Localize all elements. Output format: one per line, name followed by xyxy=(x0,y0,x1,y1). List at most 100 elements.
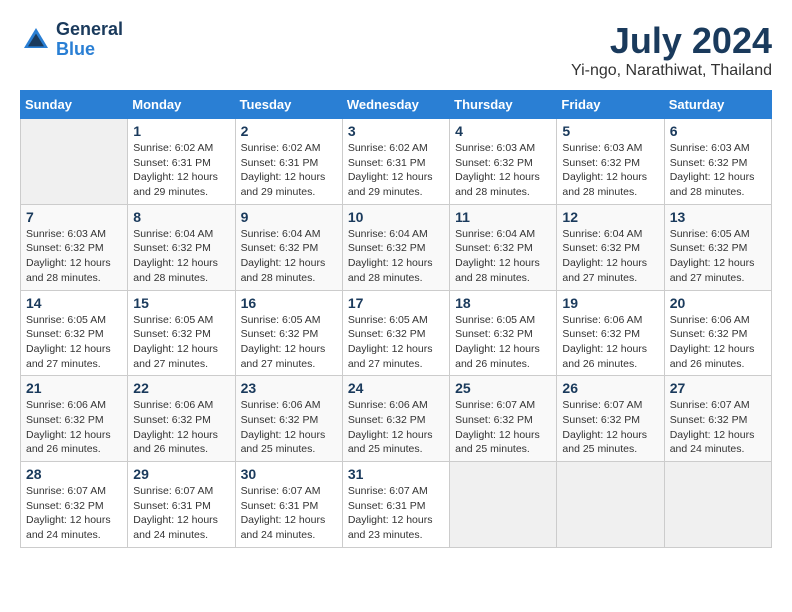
day-info: Sunrise: 6:04 AM Sunset: 6:32 PM Dayligh… xyxy=(455,227,551,286)
calendar-cell: 13 Sunrise: 6:05 AM Sunset: 6:32 PM Dayli… xyxy=(664,204,771,290)
calendar-week-row: 28 Sunrise: 6:07 AM Sunset: 6:32 PM Dayli… xyxy=(21,462,772,548)
calendar-cell: 17Sunrise: 6:05 AM Sunset: 6:32 PM Dayli… xyxy=(342,290,449,376)
day-number: 23 xyxy=(241,380,337,396)
day-info: Sunrise: 6:06 AM Sunset: 6:32 PM Dayligh… xyxy=(348,398,444,457)
day-number: 2 xyxy=(241,123,337,139)
day-info: Sunrise: 6:04 AM Sunset: 6:32 PM Dayligh… xyxy=(241,227,337,286)
calendar-cell xyxy=(450,462,557,548)
weekday-header-sunday: Sunday xyxy=(21,91,128,119)
day-info: Sunrise: 6:05 AM Sunset: 6:32 PM Dayligh… xyxy=(133,313,229,372)
day-number: 21 xyxy=(26,380,122,396)
day-info: Sunrise: 6:04 AM Sunset: 6:32 PM Dayligh… xyxy=(348,227,444,286)
calendar-cell: 28 Sunrise: 6:07 AM Sunset: 6:32 PM Dayli… xyxy=(21,462,128,548)
calendar-cell: 11Sunrise: 6:04 AM Sunset: 6:32 PM Dayli… xyxy=(450,204,557,290)
title-block: July 2024 Yi-ngo, Narathiwat, Thailand xyxy=(571,20,772,80)
day-number: 9 xyxy=(241,209,337,225)
location-title: Yi-ngo, Narathiwat, Thailand xyxy=(571,62,772,80)
calendar-cell: 15 Sunrise: 6:05 AM Sunset: 6:32 PM Dayli… xyxy=(128,290,235,376)
calendar-table: SundayMondayTuesdayWednesdayThursdayFrid… xyxy=(20,90,772,548)
day-info: Sunrise: 6:05 AM Sunset: 6:32 PM Dayligh… xyxy=(26,313,122,372)
calendar-week-row: 14 Sunrise: 6:05 AM Sunset: 6:32 PM Dayli… xyxy=(21,290,772,376)
day-number: 22 xyxy=(133,380,229,396)
calendar-body: 1 Sunrise: 6:02 AM Sunset: 6:31 PM Daylig… xyxy=(21,119,772,548)
day-info: Sunrise: 6:03 AM Sunset: 6:32 PM Dayligh… xyxy=(670,141,766,200)
calendar-cell: 3Sunrise: 6:02 AM Sunset: 6:31 PM Daylig… xyxy=(342,119,449,205)
calendar-cell: 2Sunrise: 6:02 AM Sunset: 6:31 PM Daylig… xyxy=(235,119,342,205)
day-info: Sunrise: 6:05 AM Sunset: 6:32 PM Dayligh… xyxy=(348,313,444,372)
calendar-cell: 18Sunrise: 6:05 AM Sunset: 6:32 PM Dayli… xyxy=(450,290,557,376)
day-number: 7 xyxy=(26,209,122,225)
day-info: Sunrise: 6:06 AM Sunset: 6:32 PM Dayligh… xyxy=(26,398,122,457)
day-info: Sunrise: 6:07 AM Sunset: 6:31 PM Dayligh… xyxy=(241,484,337,543)
logo: General Blue xyxy=(20,20,123,60)
day-number: 3 xyxy=(348,123,444,139)
calendar-week-row: 7 Sunrise: 6:03 AM Sunset: 6:32 PM Daylig… xyxy=(21,204,772,290)
day-number: 15 xyxy=(133,295,229,311)
day-number: 1 xyxy=(133,123,229,139)
day-number: 20 xyxy=(670,295,766,311)
day-number: 18 xyxy=(455,295,551,311)
day-info: Sunrise: 6:07 AM Sunset: 6:31 PM Dayligh… xyxy=(348,484,444,543)
day-number: 8 xyxy=(133,209,229,225)
calendar-cell xyxy=(664,462,771,548)
weekday-header-tuesday: Tuesday xyxy=(235,91,342,119)
calendar-cell: 21 Sunrise: 6:06 AM Sunset: 6:32 PM Dayli… xyxy=(21,376,128,462)
day-number: 4 xyxy=(455,123,551,139)
day-info: Sunrise: 6:07 AM Sunset: 6:32 PM Dayligh… xyxy=(562,398,658,457)
calendar-cell: 26Sunrise: 6:07 AM Sunset: 6:32 PM Dayli… xyxy=(557,376,664,462)
day-number: 6 xyxy=(670,123,766,139)
day-info: Sunrise: 6:07 AM Sunset: 6:31 PM Dayligh… xyxy=(133,484,229,543)
calendar-cell: 20 Sunrise: 6:06 AM Sunset: 6:32 PM Dayli… xyxy=(664,290,771,376)
calendar-cell: 22 Sunrise: 6:06 AM Sunset: 6:32 PM Dayli… xyxy=(128,376,235,462)
calendar-cell: 7 Sunrise: 6:03 AM Sunset: 6:32 PM Daylig… xyxy=(21,204,128,290)
calendar-cell: 27Sunrise: 6:07 AM Sunset: 6:32 PM Dayli… xyxy=(664,376,771,462)
day-info: Sunrise: 6:06 AM Sunset: 6:32 PM Dayligh… xyxy=(133,398,229,457)
day-info: Sunrise: 6:06 AM Sunset: 6:32 PM Dayligh… xyxy=(241,398,337,457)
day-number: 24 xyxy=(348,380,444,396)
calendar-cell: 6 Sunrise: 6:03 AM Sunset: 6:32 PM Daylig… xyxy=(664,119,771,205)
calendar-cell xyxy=(557,462,664,548)
day-number: 10 xyxy=(348,209,444,225)
day-number: 31 xyxy=(348,466,444,482)
logo-line1: General xyxy=(56,20,123,40)
calendar-cell: 16Sunrise: 6:05 AM Sunset: 6:32 PM Dayli… xyxy=(235,290,342,376)
day-info: Sunrise: 6:04 AM Sunset: 6:32 PM Dayligh… xyxy=(562,227,658,286)
calendar-cell: 8Sunrise: 6:04 AM Sunset: 6:32 PM Daylig… xyxy=(128,204,235,290)
calendar-cell: 24 Sunrise: 6:06 AM Sunset: 6:32 PM Dayli… xyxy=(342,376,449,462)
calendar-cell: 19Sunrise: 6:06 AM Sunset: 6:32 PM Dayli… xyxy=(557,290,664,376)
calendar-cell: 10 Sunrise: 6:04 AM Sunset: 6:32 PM Dayli… xyxy=(342,204,449,290)
weekday-header-friday: Friday xyxy=(557,91,664,119)
calendar-cell: 12 Sunrise: 6:04 AM Sunset: 6:32 PM Dayli… xyxy=(557,204,664,290)
calendar-cell xyxy=(21,119,128,205)
calendar-week-row: 1 Sunrise: 6:02 AM Sunset: 6:31 PM Daylig… xyxy=(21,119,772,205)
calendar-cell: 25Sunrise: 6:07 AM Sunset: 6:32 PM Dayli… xyxy=(450,376,557,462)
day-number: 12 xyxy=(562,209,658,225)
logo-line2: Blue xyxy=(56,40,123,60)
day-info: Sunrise: 6:06 AM Sunset: 6:32 PM Dayligh… xyxy=(670,313,766,372)
day-info: Sunrise: 6:03 AM Sunset: 6:32 PM Dayligh… xyxy=(26,227,122,286)
day-info: Sunrise: 6:03 AM Sunset: 6:32 PM Dayligh… xyxy=(562,141,658,200)
calendar-cell: 30 Sunrise: 6:07 AM Sunset: 6:31 PM Dayli… xyxy=(235,462,342,548)
weekday-header-monday: Monday xyxy=(128,91,235,119)
weekday-header-thursday: Thursday xyxy=(450,91,557,119)
day-info: Sunrise: 6:05 AM Sunset: 6:32 PM Dayligh… xyxy=(241,313,337,372)
day-info: Sunrise: 6:05 AM Sunset: 6:32 PM Dayligh… xyxy=(670,227,766,286)
day-number: 13 xyxy=(670,209,766,225)
day-number: 28 xyxy=(26,466,122,482)
logo-icon xyxy=(20,24,52,56)
day-number: 27 xyxy=(670,380,766,396)
month-title: July 2024 xyxy=(571,20,772,62)
day-info: Sunrise: 6:03 AM Sunset: 6:32 PM Dayligh… xyxy=(455,141,551,200)
calendar-cell: 9 Sunrise: 6:04 AM Sunset: 6:32 PM Daylig… xyxy=(235,204,342,290)
day-number: 19 xyxy=(562,295,658,311)
calendar-cell: 29Sunrise: 6:07 AM Sunset: 6:31 PM Dayli… xyxy=(128,462,235,548)
day-info: Sunrise: 6:02 AM Sunset: 6:31 PM Dayligh… xyxy=(133,141,229,200)
calendar-header-row: SundayMondayTuesdayWednesdayThursdayFrid… xyxy=(21,91,772,119)
day-number: 14 xyxy=(26,295,122,311)
calendar-cell: 1 Sunrise: 6:02 AM Sunset: 6:31 PM Daylig… xyxy=(128,119,235,205)
day-info: Sunrise: 6:07 AM Sunset: 6:32 PM Dayligh… xyxy=(26,484,122,543)
calendar-cell: 23 Sunrise: 6:06 AM Sunset: 6:32 PM Dayli… xyxy=(235,376,342,462)
page-header: General Blue July 2024 Yi-ngo, Narathiwa… xyxy=(20,20,772,80)
calendar-week-row: 21 Sunrise: 6:06 AM Sunset: 6:32 PM Dayli… xyxy=(21,376,772,462)
day-number: 30 xyxy=(241,466,337,482)
